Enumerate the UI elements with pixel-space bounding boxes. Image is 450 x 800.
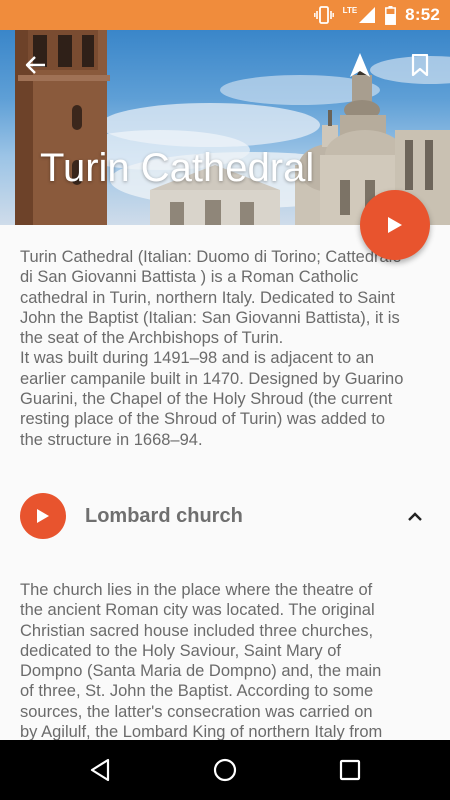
system-nav-bar xyxy=(0,740,450,800)
nav-home-button[interactable] xyxy=(205,750,245,790)
network-type-label: LTE xyxy=(342,5,358,15)
back-triangle-icon xyxy=(90,758,110,782)
navigation-icon xyxy=(350,53,370,77)
hero-toolbar xyxy=(0,30,450,100)
page-title: Turin Cathedral xyxy=(40,146,315,190)
play-audio-button[interactable] xyxy=(360,190,430,260)
status-bar: LTE 8:52 xyxy=(0,0,450,30)
section-play-button[interactable] xyxy=(20,493,66,539)
section-title: Lombard church xyxy=(85,505,243,527)
back-button[interactable] xyxy=(15,45,55,85)
play-icon xyxy=(37,509,49,523)
vibrate-icon xyxy=(313,6,334,24)
intro-paragraph: Turin Cathedral (Italian: Duomo di Torin… xyxy=(20,248,404,449)
bookmark-button[interactable] xyxy=(400,45,440,85)
bookmark-icon xyxy=(411,54,429,76)
navigate-button[interactable] xyxy=(340,45,380,85)
clock: 8:52 xyxy=(405,5,440,24)
chevron-up-icon xyxy=(408,512,422,521)
collapse-button[interactable] xyxy=(402,503,428,529)
section-body: The church lies in the place where the t… xyxy=(20,581,383,740)
play-icon xyxy=(388,217,402,233)
section-header-lombard-church[interactable]: Lombard church xyxy=(0,487,450,545)
signal-icon xyxy=(359,7,376,23)
nav-back-button[interactable] xyxy=(80,750,120,790)
nav-recents-button[interactable] xyxy=(330,750,370,790)
battery-icon xyxy=(385,5,397,25)
article-content[interactable]: Turin Cathedral (Italian: Duomo di Torin… xyxy=(0,225,450,740)
recents-square-icon xyxy=(339,759,361,781)
home-circle-icon xyxy=(213,758,237,782)
back-arrow-icon xyxy=(25,56,45,74)
